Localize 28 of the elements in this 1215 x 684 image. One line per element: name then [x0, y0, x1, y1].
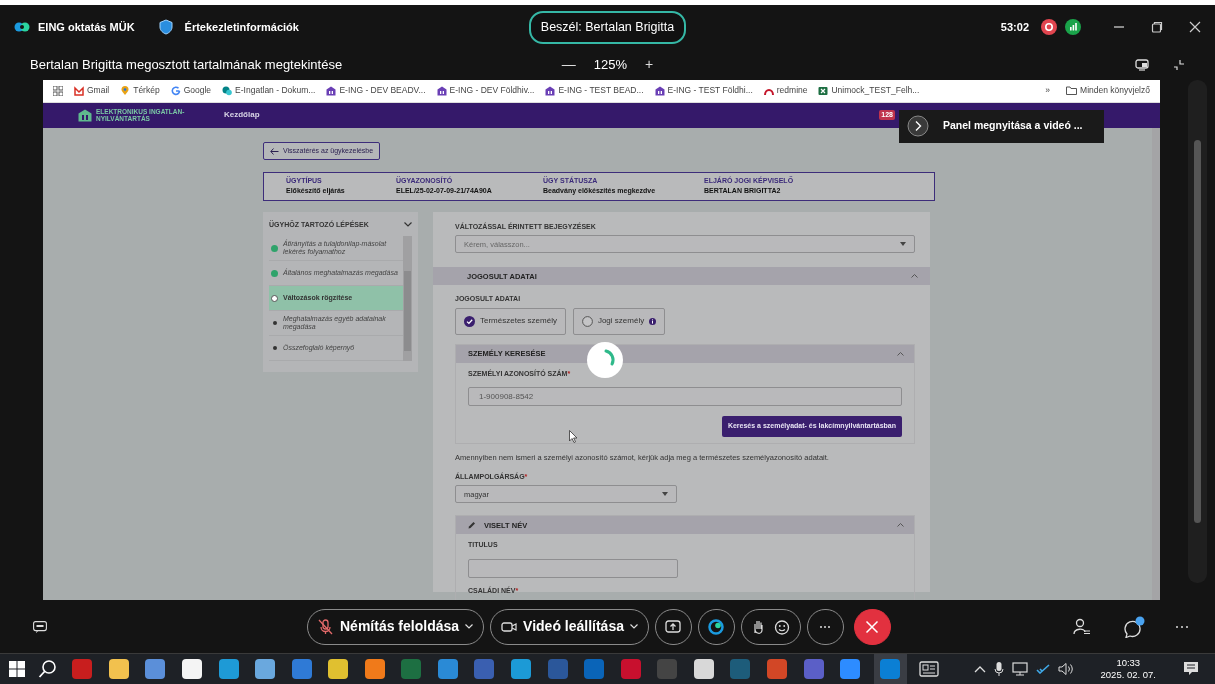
call-timer: 53:02 [1000, 20, 1029, 36]
bookmarks-overflow-button[interactable]: » [1045, 84, 1051, 98]
radio-option[interactable]: Jogi személy [572, 307, 666, 335]
all-bookmarks-link[interactable]: Minden könyvjelző [1066, 84, 1150, 98]
radio-option[interactable]: Természetes személy [455, 307, 566, 335]
clock-date: 2025. 02. 07. [1100, 669, 1156, 681]
bookmark-link[interactable]: E-ING - TEST Földhi... [654, 84, 753, 98]
meeting-title: EING oktatás MÜK [38, 20, 135, 36]
bookmark-link[interactable]: E-Ingatlan - Dokum... [222, 84, 316, 98]
bookmark-link[interactable]: Gmail [74, 84, 110, 98]
bookmark-link[interactable]: redmine [763, 84, 808, 98]
home-nav-link[interactable]: Kezdőlap [224, 109, 260, 122]
bookmark-link[interactable]: Térkép [120, 84, 160, 98]
clock-time: 10:33 [1115, 657, 1142, 669]
bookmark-link[interactable]: Unimock_TEST_Felh... [818, 84, 920, 98]
panel-tooltip: Panel megnyitása a videó ... [899, 109, 1104, 143]
meeting-info-link[interactable]: Értekezletinformációk [184, 19, 299, 36]
zoom-out-button[interactable]: — [551, 54, 586, 76]
clock[interactable]: 10:33 2025. 02. 07. [1100, 657, 1156, 681]
bookmark-link[interactable]: E-ING - DEV Földhiv... [436, 84, 535, 98]
zoom-in-button[interactable]: + [635, 54, 664, 76]
zoom-level: 125% [593, 55, 628, 74]
speaker-indicator: Beszél: Bertalan Brigitta [528, 11, 687, 44]
bookmark-link[interactable]: E-ING - DEV BEADV... [326, 84, 426, 98]
bookmark-link[interactable]: E-ING - TEST BEAD... [545, 84, 644, 98]
shared-content-title: Bertalan Brigitta megosztott tartalmának megtekintése [30, 55, 344, 74]
id-number-field[interactable]: 1-900908-8542 [468, 387, 902, 407]
bookmark-link[interactable]: Google [170, 84, 212, 98]
